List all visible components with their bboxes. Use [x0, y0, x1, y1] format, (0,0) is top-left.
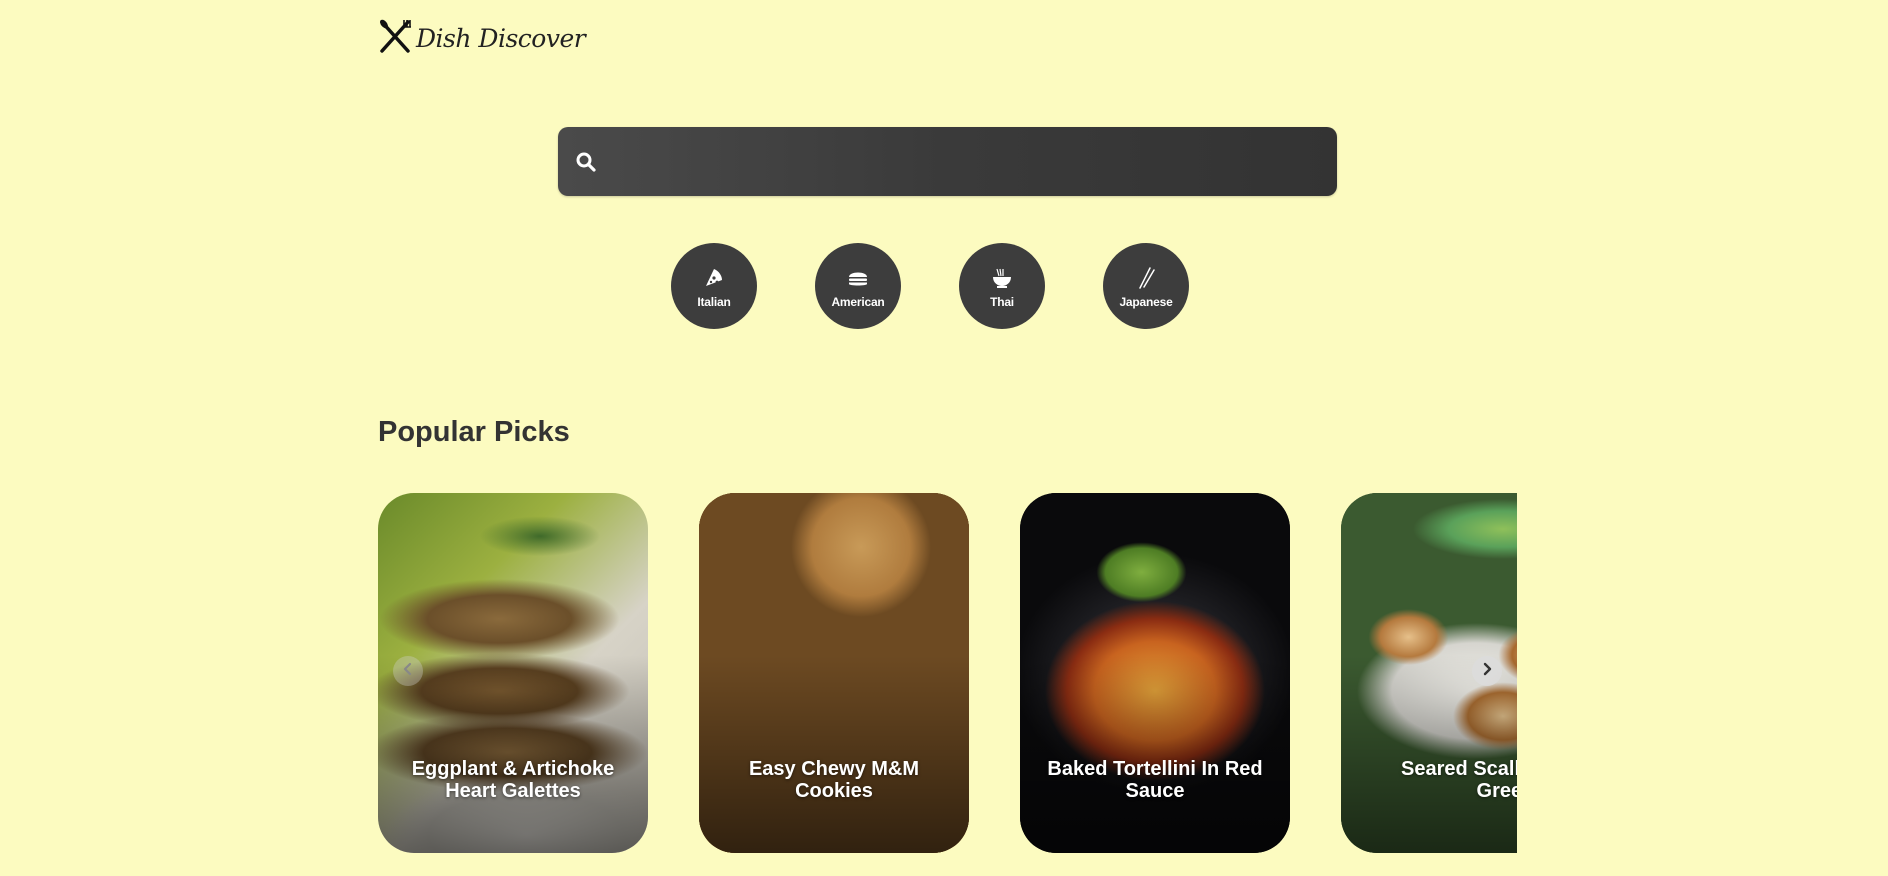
search-icon [574, 150, 598, 174]
category-label: Thai [990, 295, 1014, 309]
page: Dish Discover Italian American Thai Japa… [0, 0, 1888, 876]
category-italian[interactable]: Italian [671, 243, 757, 329]
chevron-left-icon [401, 662, 415, 681]
recipe-title: Eggplant & Artichoke Heart Galettes [411, 758, 615, 802]
crossed-fork-knife-icon [378, 18, 412, 59]
chopsticks-icon [1135, 263, 1157, 294]
recipe-card[interactable]: Baked Tortellini In Red Sauce [1020, 493, 1290, 853]
search-bar[interactable] [558, 127, 1337, 198]
category-label: Japanese [1119, 295, 1173, 309]
image-overlay [378, 655, 648, 853]
popular-carousel[interactable]: Eggplant & Artichoke Heart Galettes Easy… [378, 493, 1517, 854]
carousel-track: Eggplant & Artichoke Heart Galettes Easy… [378, 493, 1517, 853]
noodle-bowl-icon [991, 263, 1013, 294]
pizza-icon [703, 263, 725, 294]
image-overlay [699, 655, 969, 853]
chevron-right-icon [1480, 662, 1494, 681]
category-label: Italian [697, 295, 731, 309]
brand-logo[interactable]: Dish Discover [378, 18, 586, 59]
recipe-title: Easy Chewy M&M Cookies [748, 758, 920, 802]
recipe-title: Baked Tortellini In Red Sauce [1047, 758, 1263, 802]
burger-icon [847, 263, 869, 294]
section-title: Popular Picks [378, 416, 570, 448]
image-overlay [1020, 655, 1290, 853]
carousel-prev-button[interactable] [393, 656, 423, 686]
carousel-next-button[interactable] [1472, 656, 1502, 686]
category-label: American [831, 295, 885, 309]
search-input[interactable] [618, 127, 1322, 198]
category-american[interactable]: American [815, 243, 901, 329]
recipe-title: Seared Scallops Wilted Greens [1401, 758, 1517, 802]
brand-name: Dish Discover [416, 24, 586, 53]
recipe-card[interactable]: Easy Chewy M&M Cookies [699, 493, 969, 853]
category-japanese[interactable]: Japanese [1103, 243, 1189, 329]
category-thai[interactable]: Thai [959, 243, 1045, 329]
category-list: Italian American Thai Japanese [671, 243, 1189, 329]
